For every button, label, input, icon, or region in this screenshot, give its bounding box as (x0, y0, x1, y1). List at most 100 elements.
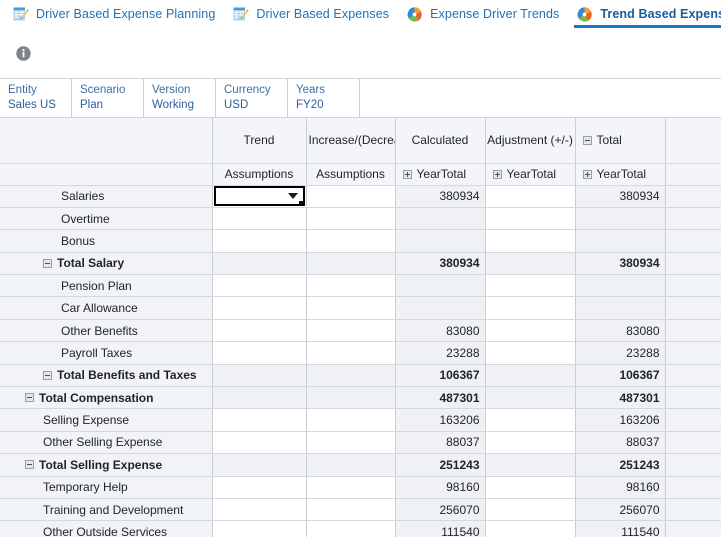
trend-dropdown[interactable] (213, 185, 305, 206)
percent-increase-cell[interactable] (306, 207, 396, 231)
table-row[interactable]: Total Selling Expense 251243 251243 (0, 453, 721, 477)
table-row[interactable]: Selling Expense 163206 163206 (0, 408, 721, 432)
trend-assumption-cell[interactable] (212, 408, 307, 432)
chevron-down-icon[interactable] (287, 192, 298, 199)
table-row[interactable]: Overtime (0, 207, 721, 231)
planning-grid-container[interactable]: Trend % Increase/(Decreas Calculated Adjust… (0, 118, 721, 537)
row-header-cell[interactable]: Temporary Help (0, 476, 213, 499)
percent-increase-cell[interactable] (306, 341, 396, 365)
minus-box-icon[interactable] (43, 258, 52, 268)
row-header-cell[interactable]: Pension Plan (0, 274, 213, 298)
percent-increase-cell[interactable] (306, 274, 396, 298)
pov-item-entity[interactable]: Entity Sales US (0, 79, 72, 117)
percent-increase-cell[interactable] (306, 319, 396, 343)
percent-increase-cell[interactable] (306, 408, 396, 432)
adjustment-cell[interactable] (485, 319, 576, 343)
column-member-header[interactable]: Assumptions (306, 163, 396, 186)
column-member-header[interactable]: YearTotal (575, 163, 666, 186)
table-row[interactable]: Payroll Taxes 23288 23288 (0, 341, 721, 365)
row-header-cell[interactable]: Total Selling Expense (0, 453, 213, 477)
trend-assumption-cell-selected[interactable] (212, 185, 307, 208)
plus-box-icon[interactable] (492, 169, 502, 179)
percent-increase-cell[interactable] (306, 520, 396, 537)
row-header-cell[interactable]: Selling Expense (0, 408, 213, 432)
tab-trend-based-expense-planning[interactable]: Trend Based Expense Planning (572, 0, 721, 28)
adjustment-cell[interactable] (485, 274, 576, 298)
adjustment-cell[interactable] (485, 498, 576, 522)
trend-assumption-cell[interactable] (212, 274, 307, 298)
tab-driver-based-expenses[interactable]: Driver Based Expenses (228, 0, 402, 28)
row-header-cell[interactable]: Other Benefits (0, 319, 213, 343)
column-group-header[interactable]: Total (575, 118, 666, 164)
adjustment-cell[interactable] (485, 229, 576, 253)
minus-box-icon[interactable] (43, 370, 52, 380)
adjustment-cell[interactable] (485, 296, 576, 320)
info-icon[interactable] (15, 45, 32, 62)
row-header-cell[interactable]: Overtime (0, 207, 213, 231)
column-group-header[interactable]: Calculated (395, 118, 486, 164)
table-row[interactable]: Salaries 380934 380934 (0, 185, 721, 208)
tab-expense-driver-trends[interactable]: Expense Driver Trends (402, 0, 572, 28)
column-group-header[interactable]: % Increase/(Decreas (306, 118, 396, 164)
trend-assumption-cell[interactable] (212, 520, 307, 537)
table-row[interactable]: Training and Development 256070 256070 (0, 498, 721, 522)
row-header-cell[interactable]: Salaries (0, 185, 213, 208)
trend-assumption-cell[interactable] (212, 431, 307, 455)
adjustment-cell[interactable] (485, 341, 576, 365)
row-header-cell[interactable]: Bonus (0, 229, 213, 253)
column-group-header[interactable]: Trend (212, 118, 307, 164)
percent-increase-cell[interactable] (306, 296, 396, 320)
percent-increase-cell[interactable] (306, 498, 396, 522)
minus-box-icon[interactable] (25, 460, 34, 470)
table-row[interactable]: Total Benefits and Taxes 106367 106367 (0, 364, 721, 388)
table-row[interactable]: Pension Plan (0, 274, 721, 298)
pov-item-currency[interactable]: Currency USD (216, 79, 288, 117)
minus-box-icon[interactable] (582, 135, 592, 145)
minus-box-icon[interactable] (25, 393, 34, 403)
adjustment-cell[interactable] (485, 408, 576, 432)
row-header-cell[interactable]: Total Compensation (0, 386, 213, 410)
table-row[interactable]: Temporary Help 98160 98160 (0, 476, 721, 499)
adjustment-cell[interactable] (485, 185, 576, 208)
percent-increase-cell[interactable] (306, 431, 396, 455)
trend-assumption-cell[interactable] (212, 207, 307, 231)
trend-assumption-cell[interactable] (212, 319, 307, 343)
row-header-cell[interactable]: Other Outside Services (0, 520, 213, 537)
table-row[interactable]: Bonus (0, 229, 721, 253)
column-member-header[interactable]: Assumptions (212, 163, 307, 186)
adjustment-cell[interactable] (485, 520, 576, 537)
table-row[interactable]: Total Compensation 487301 487301 (0, 386, 721, 410)
adjustment-cell[interactable] (485, 431, 576, 455)
pov-item-scenario[interactable]: Scenario Plan (72, 79, 144, 117)
percent-increase-cell[interactable] (306, 229, 396, 253)
percent-increase-cell[interactable] (306, 476, 396, 499)
adjustment-cell[interactable] (485, 207, 576, 231)
table-row[interactable]: Other Selling Expense 88037 88037 (0, 431, 721, 455)
table-row[interactable]: Total Salary 380934 380934 (0, 252, 721, 276)
row-header-cell[interactable]: Training and Development (0, 498, 213, 522)
trend-assumption-cell[interactable] (212, 229, 307, 253)
trend-assumption-cell[interactable] (212, 498, 307, 522)
trend-assumption-cell[interactable] (212, 341, 307, 365)
trend-assumption-cell[interactable] (212, 296, 307, 320)
pov-item-years[interactable]: Years FY20 (288, 79, 360, 117)
pov-item-version[interactable]: Version Working (144, 79, 216, 117)
column-member-header[interactable]: YearTotal (485, 163, 576, 186)
adjustment-cell[interactable] (485, 476, 576, 499)
percent-increase-cell[interactable] (306, 185, 396, 208)
row-header-cell[interactable]: Total Salary (0, 252, 213, 276)
plus-box-icon[interactable] (582, 169, 592, 179)
column-member-header[interactable]: YearTotal (395, 163, 486, 186)
plus-box-icon[interactable] (402, 169, 412, 179)
fill-handle[interactable] (298, 200, 304, 206)
row-header-cell[interactable]: Total Benefits and Taxes (0, 364, 213, 388)
tab-driver-based-expense-planning[interactable]: Driver Based Expense Planning (8, 0, 228, 28)
row-header-cell[interactable]: Other Selling Expense (0, 431, 213, 455)
table-row[interactable]: Car Allowance (0, 296, 721, 320)
trend-assumption-cell[interactable] (212, 476, 307, 499)
row-header-cell[interactable]: Payroll Taxes (0, 341, 213, 365)
table-row[interactable]: Other Benefits 83080 83080 (0, 319, 721, 343)
table-row[interactable]: Other Outside Services 111540 111540 (0, 520, 721, 537)
row-header-cell[interactable]: Car Allowance (0, 296, 213, 320)
column-group-header[interactable]: Adjustment (+/-) (485, 118, 576, 164)
